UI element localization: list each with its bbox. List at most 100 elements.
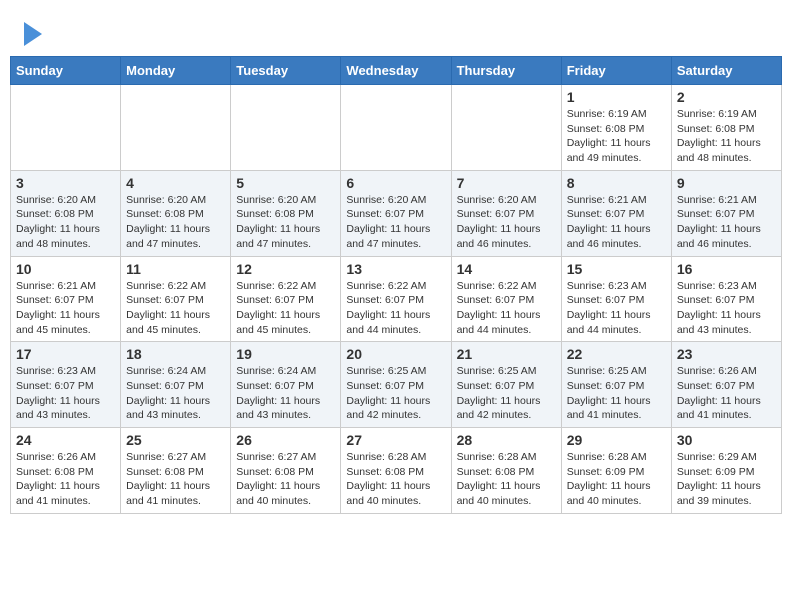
calendar-cell: 4 Sunrise: 6:20 AM Sunset: 6:08 PM Daylig… — [121, 170, 231, 256]
day-info: Sunrise: 6:21 AM Sunset: 6:07 PM Dayligh… — [567, 193, 666, 252]
page-header — [10, 10, 782, 51]
calendar-week-row: 24Sunrise: 6:26 AM Sunset: 6:08 PM Dayli… — [11, 428, 782, 514]
logo-arrow-icon — [24, 22, 42, 46]
day-info: Sunrise: 6:20 AM Sunset: 6:08 PM Dayligh… — [126, 193, 225, 252]
calendar-cell: 13 Sunrise: 6:22 AM Sunset: 6:07 PM Dayli… — [341, 256, 451, 342]
day-info: Sunrise: 6:27 AM Sunset: 6:08 PM Dayligh… — [126, 450, 225, 509]
calendar-cell: 15Sunrise: 6:23 AM Sunset: 6:07 PM Dayli… — [561, 256, 671, 342]
calendar-cell: 28 Sunrise: 6:28 AM Sunset: 6:08 PM Dayli… — [451, 428, 561, 514]
calendar-cell: 8 Sunrise: 6:21 AM Sunset: 6:07 PM Daylig… — [561, 170, 671, 256]
calendar-cell: 22 Sunrise: 6:25 AM Sunset: 6:07 PM Dayli… — [561, 342, 671, 428]
day-info: Sunrise: 6:20 AM Sunset: 6:08 PM Dayligh… — [236, 193, 335, 252]
day-info: Sunrise: 6:22 AM Sunset: 6:07 PM Dayligh… — [236, 279, 335, 338]
day-number: 10 — [16, 261, 115, 277]
day-info: Sunrise: 6:22 AM Sunset: 6:07 PM Dayligh… — [346, 279, 445, 338]
day-number: 28 — [457, 432, 556, 448]
day-info: Sunrise: 6:23 AM Sunset: 6:07 PM Dayligh… — [677, 279, 776, 338]
calendar-cell: 30 Sunrise: 6:29 AM Sunset: 6:09 PM Dayli… — [671, 428, 781, 514]
day-number: 19 — [236, 346, 335, 362]
day-info: Sunrise: 6:20 AM Sunset: 6:07 PM Dayligh… — [346, 193, 445, 252]
calendar-cell: 23 Sunrise: 6:26 AM Sunset: 6:07 PM Dayli… — [671, 342, 781, 428]
day-info: Sunrise: 6:25 AM Sunset: 6:07 PM Dayligh… — [567, 364, 666, 423]
day-info: Sunrise: 6:28 AM Sunset: 6:08 PM Dayligh… — [346, 450, 445, 509]
weekday-header-tuesday: Tuesday — [231, 57, 341, 85]
day-info: Sunrise: 6:23 AM Sunset: 6:07 PM Dayligh… — [16, 364, 115, 423]
day-number: 22 — [567, 346, 666, 362]
day-number: 5 — [236, 175, 335, 191]
day-info: Sunrise: 6:29 AM Sunset: 6:09 PM Dayligh… — [677, 450, 776, 509]
calendar-cell: 12 Sunrise: 6:22 AM Sunset: 6:07 PM Dayli… — [231, 256, 341, 342]
day-number: 4 — [126, 175, 225, 191]
day-info: Sunrise: 6:24 AM Sunset: 6:07 PM Dayligh… — [236, 364, 335, 423]
day-number: 14 — [457, 261, 556, 277]
calendar-cell: 16 Sunrise: 6:23 AM Sunset: 6:07 PM Dayli… — [671, 256, 781, 342]
calendar-cell: 29 Sunrise: 6:28 AM Sunset: 6:09 PM Dayli… — [561, 428, 671, 514]
day-info: Sunrise: 6:19 AM Sunset: 6:08 PM Dayligh… — [567, 107, 666, 166]
day-number: 9 — [677, 175, 776, 191]
day-number: 23 — [677, 346, 776, 362]
calendar-cell: 11 Sunrise: 6:22 AM Sunset: 6:07 PM Dayli… — [121, 256, 231, 342]
day-info: Sunrise: 6:21 AM Sunset: 6:07 PM Dayligh… — [677, 193, 776, 252]
calendar-cell — [341, 85, 451, 171]
day-number: 7 — [457, 175, 556, 191]
day-info: Sunrise: 6:21 AM Sunset: 6:07 PM Dayligh… — [16, 279, 115, 338]
day-number: 25 — [126, 432, 225, 448]
calendar-cell: 24Sunrise: 6:26 AM Sunset: 6:08 PM Dayli… — [11, 428, 121, 514]
day-number: 12 — [236, 261, 335, 277]
day-number: 27 — [346, 432, 445, 448]
calendar-week-row: 17 Sunrise: 6:23 AM Sunset: 6:07 PM Dayli… — [11, 342, 782, 428]
calendar-cell: 6 Sunrise: 6:20 AM Sunset: 6:07 PM Daylig… — [341, 170, 451, 256]
calendar-cell: 21Sunrise: 6:25 AM Sunset: 6:07 PM Dayli… — [451, 342, 561, 428]
weekday-header-sunday: Sunday — [11, 57, 121, 85]
day-info: Sunrise: 6:28 AM Sunset: 6:09 PM Dayligh… — [567, 450, 666, 509]
calendar-header-row: SundayMondayTuesdayWednesdayThursdayFrid… — [11, 57, 782, 85]
day-number: 3 — [16, 175, 115, 191]
weekday-header-monday: Monday — [121, 57, 231, 85]
day-number: 13 — [346, 261, 445, 277]
day-info: Sunrise: 6:24 AM Sunset: 6:07 PM Dayligh… — [126, 364, 225, 423]
day-number: 2 — [677, 89, 776, 105]
calendar-cell: 26 Sunrise: 6:27 AM Sunset: 6:08 PM Dayli… — [231, 428, 341, 514]
day-number: 1 — [567, 89, 666, 105]
day-number: 29 — [567, 432, 666, 448]
calendar-week-row: 1 Sunrise: 6:19 AM Sunset: 6:08 PM Daylig… — [11, 85, 782, 171]
calendar-table: SundayMondayTuesdayWednesdayThursdayFrid… — [10, 56, 782, 514]
calendar-cell: 19 Sunrise: 6:24 AM Sunset: 6:07 PM Dayli… — [231, 342, 341, 428]
calendar-cell: 14 Sunrise: 6:22 AM Sunset: 6:07 PM Dayli… — [451, 256, 561, 342]
day-info: Sunrise: 6:26 AM Sunset: 6:08 PM Dayligh… — [16, 450, 115, 509]
calendar-cell: 2 Sunrise: 6:19 AM Sunset: 6:08 PM Daylig… — [671, 85, 781, 171]
day-number: 16 — [677, 261, 776, 277]
day-info: Sunrise: 6:20 AM Sunset: 6:08 PM Dayligh… — [16, 193, 115, 252]
weekday-header-wednesday: Wednesday — [341, 57, 451, 85]
calendar-cell: 7Sunrise: 6:20 AM Sunset: 6:07 PM Daylig… — [451, 170, 561, 256]
calendar-cell: 18Sunrise: 6:24 AM Sunset: 6:07 PM Dayli… — [121, 342, 231, 428]
weekday-header-friday: Friday — [561, 57, 671, 85]
day-info: Sunrise: 6:22 AM Sunset: 6:07 PM Dayligh… — [126, 279, 225, 338]
calendar-cell — [231, 85, 341, 171]
day-info: Sunrise: 6:26 AM Sunset: 6:07 PM Dayligh… — [677, 364, 776, 423]
calendar-cell: 20Sunrise: 6:25 AM Sunset: 6:07 PM Dayli… — [341, 342, 451, 428]
day-number: 26 — [236, 432, 335, 448]
day-number: 17 — [16, 346, 115, 362]
day-info: Sunrise: 6:28 AM Sunset: 6:08 PM Dayligh… — [457, 450, 556, 509]
calendar-cell: 27 Sunrise: 6:28 AM Sunset: 6:08 PM Dayli… — [341, 428, 451, 514]
day-info: Sunrise: 6:19 AM Sunset: 6:08 PM Dayligh… — [677, 107, 776, 166]
logo — [20, 20, 42, 46]
day-number: 30 — [677, 432, 776, 448]
day-number: 11 — [126, 261, 225, 277]
calendar-cell: 1 Sunrise: 6:19 AM Sunset: 6:08 PM Daylig… — [561, 85, 671, 171]
day-number: 8 — [567, 175, 666, 191]
calendar-cell: 25 Sunrise: 6:27 AM Sunset: 6:08 PM Dayli… — [121, 428, 231, 514]
day-info: Sunrise: 6:27 AM Sunset: 6:08 PM Dayligh… — [236, 450, 335, 509]
calendar-cell: 10 Sunrise: 6:21 AM Sunset: 6:07 PM Dayli… — [11, 256, 121, 342]
calendar-cell — [121, 85, 231, 171]
calendar-cell: 17 Sunrise: 6:23 AM Sunset: 6:07 PM Dayli… — [11, 342, 121, 428]
weekday-header-thursday: Thursday — [451, 57, 561, 85]
day-info: Sunrise: 6:23 AM Sunset: 6:07 PM Dayligh… — [567, 279, 666, 338]
day-number: 21 — [457, 346, 556, 362]
day-number: 20 — [346, 346, 445, 362]
calendar-cell: 5 Sunrise: 6:20 AM Sunset: 6:08 PM Daylig… — [231, 170, 341, 256]
day-number: 6 — [346, 175, 445, 191]
calendar-week-row: 3 Sunrise: 6:20 AM Sunset: 6:08 PM Daylig… — [11, 170, 782, 256]
day-info: Sunrise: 6:22 AM Sunset: 6:07 PM Dayligh… — [457, 279, 556, 338]
